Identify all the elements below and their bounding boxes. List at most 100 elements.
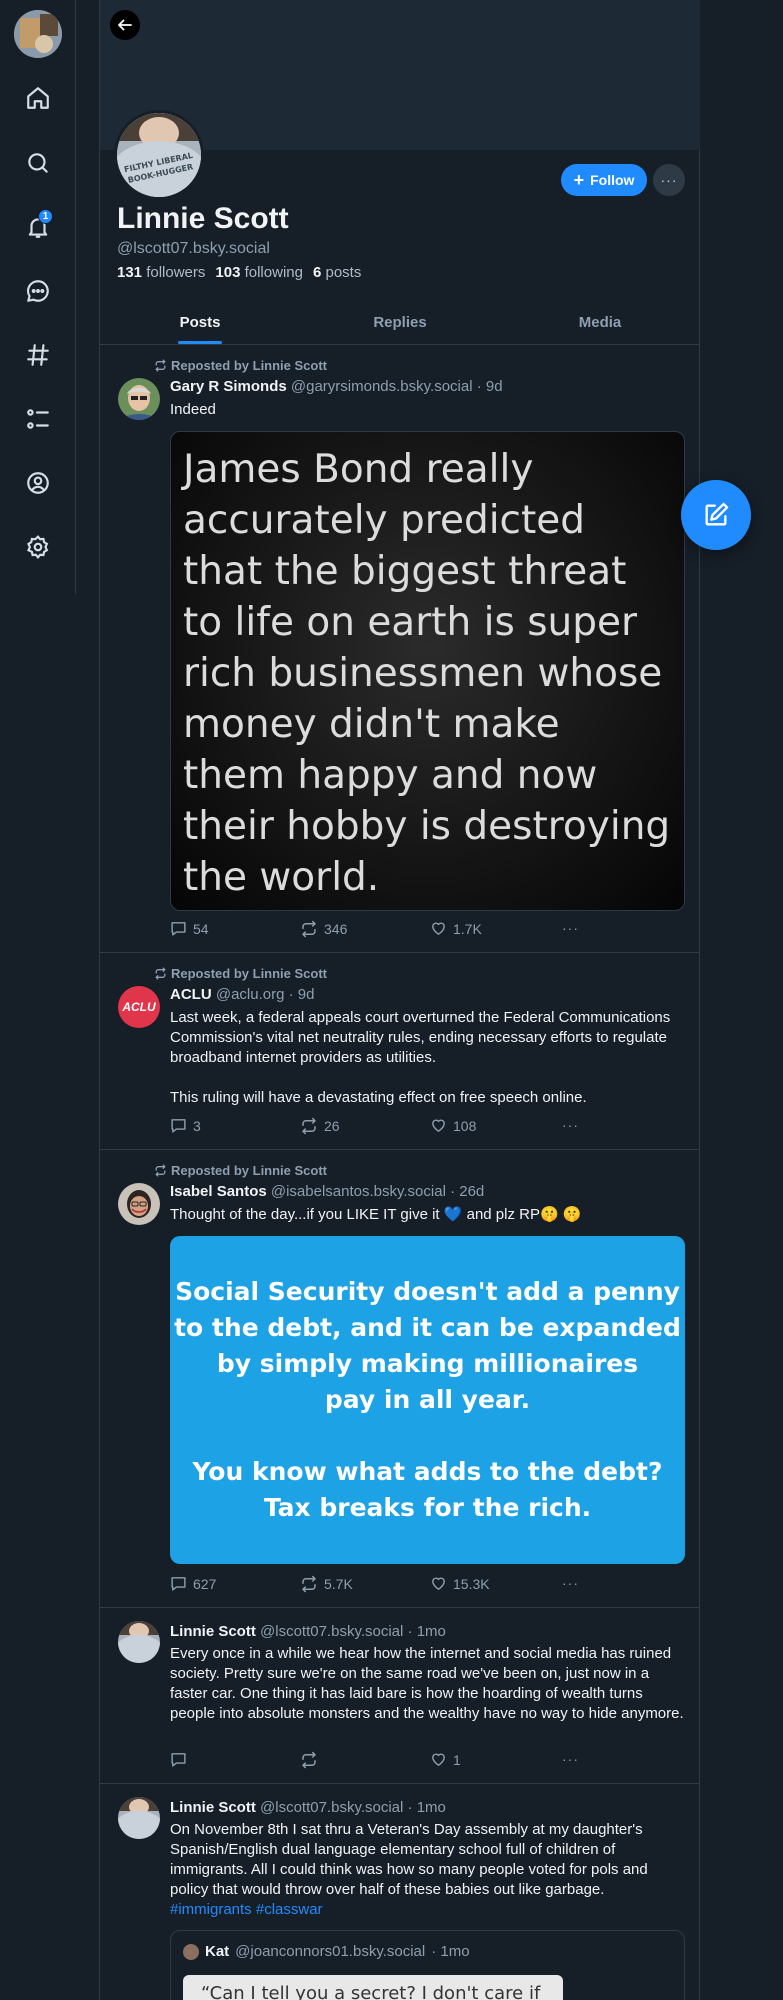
tab-posts[interactable]: Posts: [100, 300, 300, 344]
post-image[interactable]: James Bond really accurately predicted t…: [170, 431, 685, 911]
quoted-author-avatar: [183, 1943, 199, 1960]
post-handle[interactable]: @isabelsantos.bsky.social: [271, 1183, 446, 1200]
feeds-hash-icon[interactable]: [22, 339, 54, 371]
repost-button[interactable]: 346: [300, 920, 347, 938]
feed-post[interactable]: Linnie Scott @lscott07.bsky.social · 1mo…: [100, 1784, 700, 2000]
posts-count: 6 posts: [312, 264, 362, 281]
repost-icon: [302, 1751, 316, 1769]
like-button[interactable]: 1: [430, 1751, 461, 1768]
profile-more-button[interactable]: ···: [653, 164, 685, 196]
post-author[interactable]: Linnie Scott: [170, 1799, 256, 1816]
profile-column: FILTHY LIBERAL BOOK-HUGGER + Follow ··· L…: [99, 0, 700, 2000]
post-more-button[interactable]: ···: [562, 1117, 579, 1133]
settings-icon[interactable]: [22, 531, 54, 563]
repost-indicator: Reposted by Linnie Scott: [154, 358, 327, 373]
following-link[interactable]: 103 following: [215, 264, 303, 281]
back-button[interactable]: [110, 10, 140, 40]
home-icon[interactable]: [22, 82, 54, 114]
post-text-paragraph-2: This ruling will have a devastating effe…: [170, 1089, 587, 1106]
search-icon[interactable]: [22, 147, 54, 179]
post-text: Indeed: [170, 401, 216, 418]
avatar[interactable]: [118, 1797, 160, 1839]
post-author[interactable]: ACLU: [170, 986, 212, 1003]
like-button[interactable]: 15.3K: [430, 1575, 490, 1592]
tab-replies[interactable]: Replies: [300, 300, 500, 344]
notifications-badge: 1: [38, 209, 53, 224]
post-time[interactable]: · 1mo: [408, 1799, 446, 1816]
followers-link[interactable]: 131 followers: [117, 264, 205, 281]
like-button[interactable]: 108: [430, 1117, 476, 1134]
post-handle[interactable]: @aclu.org: [216, 986, 285, 1003]
avatar[interactable]: [118, 378, 160, 420]
feed-post[interactable]: Reposted by Linnie Scott Gary R Simonds …: [100, 345, 700, 953]
post-time[interactable]: · 26d: [450, 1183, 484, 1200]
image-text-line: by simply making millionaires: [216, 1349, 639, 1378]
arrow-left-icon: [118, 19, 132, 31]
repost-icon: [302, 1575, 316, 1593]
post-actions: 3 26 108 ···: [170, 1117, 590, 1137]
reply-button[interactable]: 54: [170, 920, 209, 937]
repost-button[interactable]: 26: [300, 1117, 340, 1135]
repost-icon: [155, 967, 166, 980]
tab-media[interactable]: Media: [500, 300, 700, 344]
post-time[interactable]: · 9d: [289, 986, 315, 1003]
repost-button[interactable]: 5.7K: [300, 1575, 353, 1593]
avatar[interactable]: [118, 1183, 160, 1225]
sidebar-nav: 1: [0, 0, 76, 594]
hashtag-link[interactable]: #immigrants: [170, 1901, 252, 1918]
more-dots-icon: ···: [562, 920, 579, 936]
post-time[interactable]: · 9d: [477, 378, 503, 395]
profile-handle: @lscott07.bsky.social: [117, 240, 270, 257]
post-more-button[interactable]: ···: [562, 1751, 579, 1767]
post-more-button[interactable]: ···: [562, 920, 579, 936]
profile-icon[interactable]: [22, 467, 54, 499]
profile-tabs: Posts Replies Media: [100, 300, 700, 345]
repost-indicator: Reposted by Linnie Scott: [154, 1163, 327, 1178]
reply-button[interactable]: [170, 1751, 193, 1768]
post-more-button[interactable]: ···: [562, 1575, 579, 1591]
reply-button[interactable]: 627: [170, 1575, 216, 1592]
repost-indicator: Reposted by Linnie Scott: [154, 966, 327, 981]
current-user-avatar[interactable]: [14, 10, 62, 58]
feed-post[interactable]: Reposted by Linnie Scott Isabel Santos @…: [100, 1150, 700, 1608]
post-handle[interactable]: @lscott07.bsky.social: [260, 1623, 403, 1640]
quoted-author[interactable]: Kat: [205, 1943, 229, 1960]
post-handle[interactable]: @lscott07.bsky.social: [260, 1799, 403, 1816]
repost-icon: [155, 1164, 166, 1177]
quoted-handle[interactable]: @joanconnors01.bsky.social: [235, 1943, 425, 1960]
post-image[interactable]: Social Security doesn't add a penny to t…: [170, 1236, 685, 1564]
more-dots-icon: ···: [660, 172, 678, 188]
post-author[interactable]: Gary R Simonds: [170, 378, 287, 395]
reply-button[interactable]: 3: [170, 1117, 201, 1134]
heart-icon: [432, 1753, 445, 1766]
profile-avatar[interactable]: FILTHY LIBERAL BOOK-HUGGER: [114, 110, 204, 200]
quoted-image-text: “Can I tell you a secret? I don't care i…: [201, 1983, 541, 2000]
chat-icon[interactable]: [22, 275, 54, 307]
image-text-line: Tax breaks for the rich.: [263, 1493, 592, 1522]
post-text: Every once in a while we hear how the in…: [170, 1645, 684, 1722]
quoted-time[interactable]: · 1mo: [431, 1943, 469, 1960]
quoted-post[interactable]: Kat @joanconnors01.bsky.social · 1mo “Ca…: [170, 1930, 685, 2000]
post-time[interactable]: · 1mo: [408, 1623, 446, 1640]
plus-icon: +: [573, 170, 585, 190]
lists-icon[interactable]: [22, 403, 54, 435]
like-button[interactable]: 1.7K: [430, 920, 482, 937]
feed-post[interactable]: Reposted by Linnie Scott ACLU ACLU @aclu…: [100, 953, 700, 1150]
avatar[interactable]: [118, 1621, 160, 1663]
image-text-line: to the debt, and it can be expanded: [174, 1313, 681, 1342]
more-dots-icon: ···: [562, 1575, 579, 1591]
post-author[interactable]: Linnie Scott: [170, 1623, 256, 1640]
image-text-line: Social Security doesn't add a penny: [175, 1277, 680, 1306]
avatar[interactable]: ACLU: [118, 986, 160, 1028]
compose-pencil-icon: [705, 502, 729, 526]
follow-button[interactable]: + Follow: [561, 164, 647, 196]
notifications-icon[interactable]: 1: [22, 209, 54, 243]
repost-icon: [302, 1117, 316, 1135]
repost-button[interactable]: [300, 1751, 324, 1769]
feed-post[interactable]: Linnie Scott @lscott07.bsky.social · 1mo…: [100, 1608, 700, 1784]
post-author[interactable]: Isabel Santos: [170, 1183, 267, 1200]
hashtag-link[interactable]: #classwar: [256, 1901, 323, 1918]
post-handle[interactable]: @garyrsimonds.bsky.social: [291, 378, 473, 395]
compose-button[interactable]: [681, 480, 751, 550]
more-dots-icon: ···: [562, 1751, 579, 1767]
